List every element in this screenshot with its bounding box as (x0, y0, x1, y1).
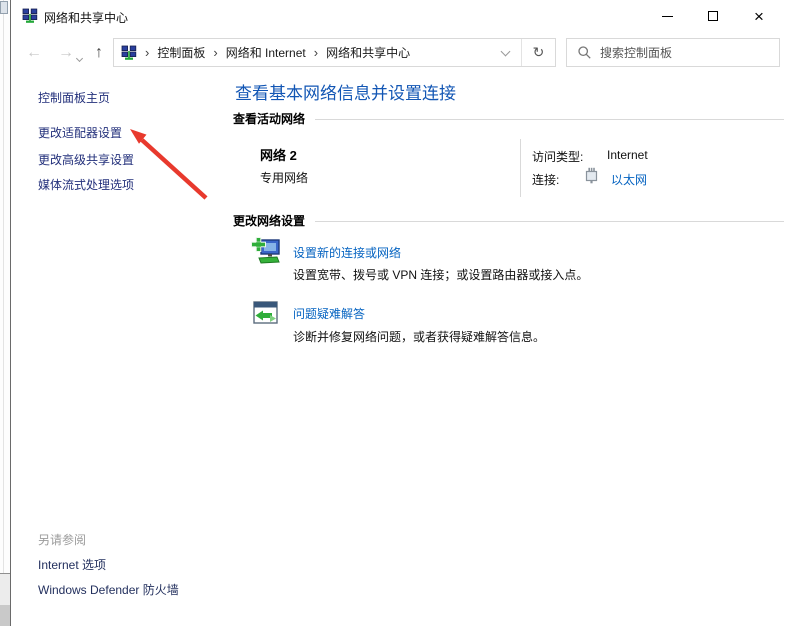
recent-pages-dropdown[interactable] (77, 48, 82, 66)
sidebar-item-windows-defender-firewall[interactable]: Windows Defender 防火墙 (38, 581, 179, 598)
maximize-icon (708, 11, 718, 21)
search-icon (578, 46, 591, 59)
chevron-down-icon (76, 55, 83, 62)
back-icon: ← (26, 44, 42, 62)
see-also-header: 另请参阅 (38, 531, 86, 548)
background-window-icon-fragment (0, 1, 8, 14)
breadcrumb-item-network-sharing-center[interactable]: 网络和共享中心 (326, 44, 410, 61)
network-type: 专用网络 (260, 169, 308, 186)
background-window-border (3, 0, 4, 573)
ethernet-link[interactable]: 以太网 (611, 171, 647, 188)
annotation-arrow-icon (118, 120, 216, 204)
sidebar-item-control-panel-home[interactable]: 控制面板主页 (38, 89, 110, 106)
background-window-sliver (0, 0, 10, 626)
sidebar-item-change-adapter-settings[interactable]: 更改适配器设置 (38, 124, 122, 141)
sidebar-item-internet-options[interactable]: Internet 选项 (38, 556, 106, 573)
access-type-value: Internet (607, 148, 648, 162)
background-window-statusbar-fragment (0, 573, 10, 605)
connections-label: 连接: (532, 171, 559, 188)
new-connection-icon (251, 237, 282, 268)
minimize-icon (662, 16, 673, 17)
network-icon (121, 45, 137, 61)
close-icon: × (754, 8, 764, 25)
breadcrumb-item-control-panel[interactable]: 控制面板 (157, 44, 205, 61)
breadcrumb-separator: › (306, 45, 326, 60)
breadcrumb-item-network-internet[interactable]: 网络和 Internet (226, 44, 306, 61)
close-button[interactable]: × (736, 0, 782, 32)
address-dropdown[interactable] (490, 42, 521, 60)
access-type-label: 访问类型: (532, 148, 583, 165)
divider (520, 139, 521, 197)
maximize-button[interactable] (690, 0, 736, 32)
search-box[interactable] (566, 38, 780, 67)
back-button[interactable]: ← (19, 38, 49, 67)
up-icon: ↑ (95, 44, 103, 62)
divider (315, 119, 784, 120)
active-networks-section-header: 查看活动网络 (233, 110, 784, 127)
chevron-down-icon (501, 47, 511, 57)
active-networks-label: 查看活动网络 (233, 110, 305, 127)
troubleshoot-problems-link[interactable]: 问题疑难解答 (293, 305, 365, 322)
background-window-footer-fragment (0, 605, 10, 626)
change-network-settings-label: 更改网络设置 (233, 212, 305, 229)
forward-icon: → (58, 44, 74, 62)
minimize-button[interactable] (644, 0, 690, 32)
breadcrumb-separator: › (137, 45, 157, 60)
window-title: 网络和共享中心 (44, 9, 128, 26)
divider (315, 221, 784, 222)
troubleshoot-icon (252, 300, 279, 327)
breadcrumb: › 控制面板 › 网络和 Internet › 网络和共享中心 ↻ (113, 38, 556, 67)
troubleshoot-description: 诊断并修复网络问题，或者获得疑难解答信息。 (293, 328, 545, 345)
setup-new-connection-link[interactable]: 设置新的连接或网络 (293, 244, 401, 261)
network-name: 网络 2 (260, 145, 297, 164)
breadcrumb-separator: › (205, 45, 225, 60)
refresh-icon: ↻ (533, 44, 545, 61)
change-network-settings-section-header: 更改网络设置 (233, 212, 784, 229)
setup-new-connection-description: 设置宽带、拨号或 VPN 连接；或设置路由器或接入点。 (293, 266, 588, 283)
search-input[interactable] (600, 46, 755, 60)
refresh-button[interactable]: ↻ (522, 39, 555, 66)
up-button[interactable]: ↑ (84, 38, 114, 67)
ethernet-icon (584, 166, 599, 184)
page-title: 查看基本网络信息并设置连接 (235, 79, 456, 104)
network-icon (22, 8, 38, 24)
